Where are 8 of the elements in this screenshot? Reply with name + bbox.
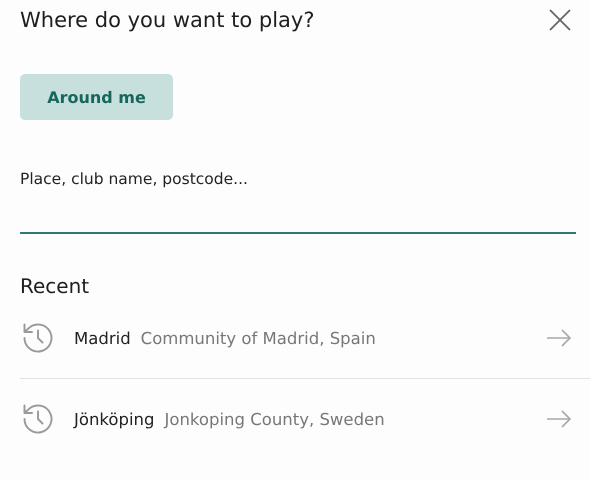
dialog-title: Where do you want to play? (20, 8, 315, 32)
search-label: Place, club name, postcode... (20, 170, 249, 188)
place-name[interactable]: Madrid (74, 328, 131, 348)
place-name[interactable]: Jönköping (74, 410, 154, 428)
recent-heading: Recent (20, 274, 90, 298)
around-me-button[interactable]: Around me (20, 74, 173, 120)
place-region: Community of Madrid, Spain (140, 328, 377, 348)
place-region: Jonkoping County, Sweden (164, 410, 386, 428)
